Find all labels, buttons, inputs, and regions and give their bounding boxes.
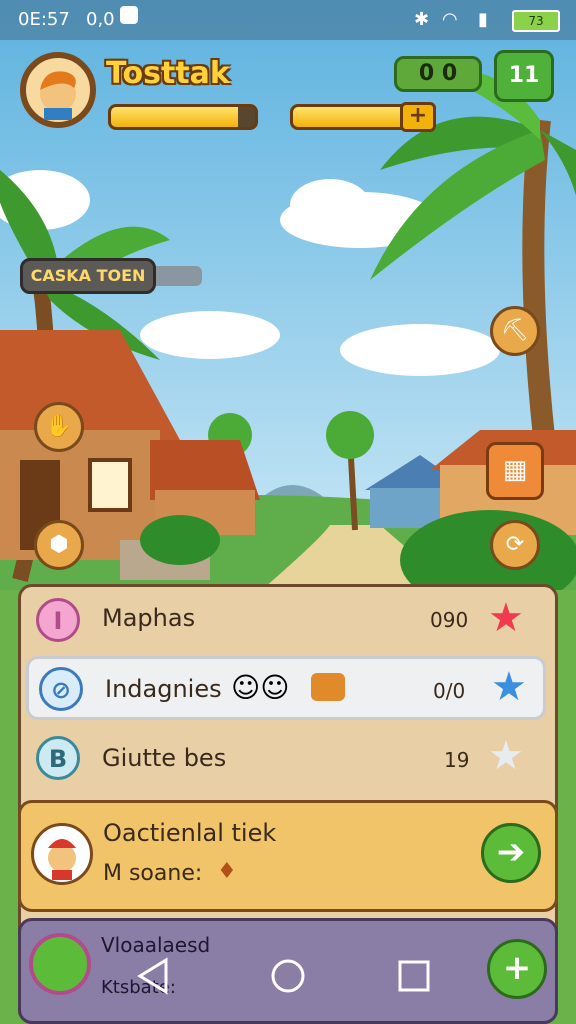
- location-tag-tail: [150, 266, 202, 286]
- status-bar: 0E:57 0,0 ✱ ◠ ▮ 73: [0, 0, 576, 40]
- recents-icon[interactable]: [396, 958, 432, 994]
- avatar-face-icon: [40, 71, 76, 120]
- back-icon[interactable]: [134, 956, 174, 996]
- list-item-selected[interactable]: ⊘ Indagnies ☺☺ 0/0 ★: [26, 656, 546, 720]
- mission-subtitle: M soane:: [103, 861, 203, 886]
- location-tag[interactable]: CASKA TOEN: [20, 258, 156, 294]
- mission-go-button[interactable]: ➔: [481, 823, 541, 883]
- player-avatar[interactable]: [20, 52, 96, 128]
- log-icon: [311, 673, 345, 701]
- mission-card[interactable]: Oactienlal tiek M soane: ♦ ➔: [18, 800, 558, 912]
- villager-icons: ☺☺: [231, 671, 290, 704]
- xp-bar: [108, 104, 258, 130]
- add-energy-button[interactable]: +: [400, 102, 436, 132]
- level-badge[interactable]: 11: [494, 50, 554, 102]
- basket-icon[interactable]: ✋: [34, 402, 84, 452]
- map-icon[interactable]: ▦: [486, 442, 544, 500]
- item-value: 19: [444, 748, 470, 772]
- notification-icon: [120, 6, 138, 24]
- player-name: Tosttak: [106, 56, 230, 91]
- xp-bar-fill: [111, 107, 238, 127]
- star-icon[interactable]: ★: [491, 667, 527, 707]
- wifi-icon: ◠: [442, 9, 458, 30]
- item-label: Giutte bes: [102, 744, 227, 772]
- list-item[interactable]: B Giutte bes 19 ★: [26, 726, 546, 790]
- chef-avatar-icon: [31, 823, 93, 885]
- battery-indicator: 73: [512, 10, 560, 32]
- shovel-icon[interactable]: ⛏: [490, 306, 540, 356]
- list-item[interactable]: I Maphas 090 ★: [26, 588, 546, 652]
- system-navigation-bar: [0, 948, 576, 1004]
- item-value: 090: [430, 608, 469, 632]
- item-badge-icon: B: [36, 736, 80, 780]
- status-time: 0E:57: [18, 9, 70, 30]
- item-label: Maphas: [102, 604, 196, 632]
- signal-icon: ▮: [478, 9, 488, 30]
- home-icon[interactable]: [268, 956, 308, 996]
- mission-reward-icon: ♦: [217, 859, 237, 884]
- status-extra: 0,0: [86, 9, 115, 30]
- item-label: Indagnies: [105, 675, 222, 703]
- item-value: 0/0: [433, 679, 466, 703]
- star-icon[interactable]: ★: [488, 736, 524, 776]
- bluetooth-icon: ✱: [414, 9, 430, 30]
- pin-icon[interactable]: ⬢: [34, 520, 84, 570]
- energy-bar-fill: [293, 107, 403, 127]
- item-badge-icon: ⊘: [39, 667, 83, 711]
- item-badge-icon: I: [36, 598, 80, 642]
- star-icon[interactable]: ★: [488, 598, 524, 638]
- mission-title: Oactienlal tiek: [103, 819, 277, 847]
- coins-counter[interactable]: 0 0: [394, 56, 482, 92]
- refresh-icon[interactable]: ⟳: [490, 520, 540, 570]
